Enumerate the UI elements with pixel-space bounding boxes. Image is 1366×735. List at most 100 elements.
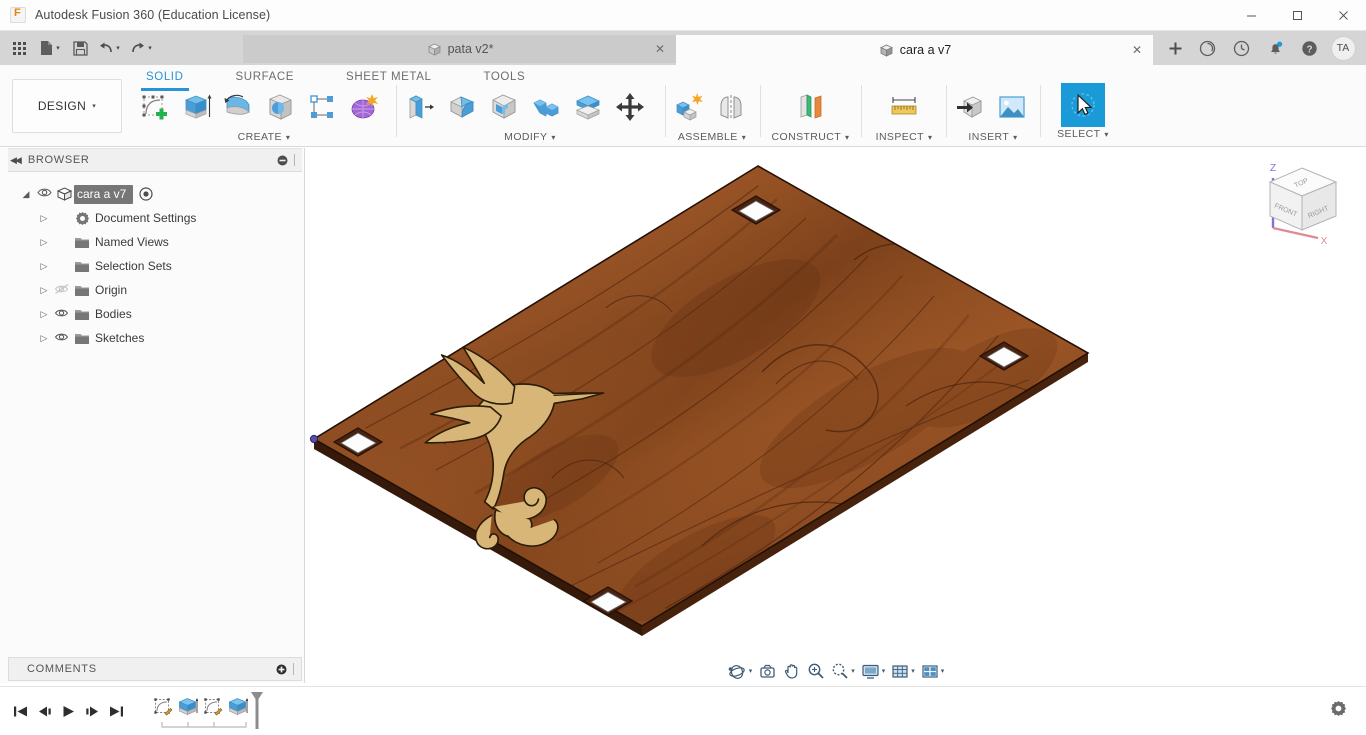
ribbon-group-label[interactable]: INSPECT ▾ (864, 131, 944, 143)
expand-collapse-icon[interactable]: ▷ (36, 309, 52, 320)
canvas-image-icon[interactable] (991, 87, 1033, 127)
undo-caret: ▾ (116, 44, 120, 52)
tab-close-icon[interactable]: ✕ (1112, 43, 1142, 57)
model-viewport[interactable] (306, 148, 1366, 656)
zoom-window-icon[interactable]: ▾ (828, 659, 858, 683)
sphere-icon[interactable] (259, 87, 301, 127)
app-grid-icon[interactable] (5, 35, 33, 61)
recent-clock-icon[interactable] (1224, 35, 1258, 61)
chevron-down-icon: ▾ (551, 133, 556, 142)
ribbon-group-label[interactable]: CONSTRUCT ▾ (763, 131, 858, 143)
browser-item-selection-sets[interactable]: ▷ Selection Sets (0, 254, 304, 278)
avatar-initials: TA (1336, 42, 1350, 54)
comments-header[interactable]: COMMENTS (8, 657, 302, 681)
new-file-icon[interactable]: ▾ (33, 35, 67, 61)
create-form-icon[interactable] (343, 87, 385, 127)
ribbon-group-label[interactable]: SELECT ▾ (1043, 128, 1123, 140)
expand-collapse-icon[interactable]: ◢ (18, 189, 34, 200)
look-at-icon[interactable] (755, 659, 780, 683)
expand-collapse-icon[interactable]: ▷ (36, 333, 52, 344)
joint-icon[interactable] (710, 87, 752, 127)
browser-item-bodies[interactable]: ▷ Bodies (0, 302, 304, 326)
fillet-icon[interactable] (441, 87, 483, 127)
revolve-icon[interactable] (217, 87, 259, 127)
wood-board-body[interactable] (309, 165, 1090, 641)
go-to-end-icon[interactable] (104, 698, 128, 724)
close-button[interactable] (1320, 0, 1366, 31)
browser-item-origin[interactable]: ▷ Origin (0, 278, 304, 302)
ribbon-group-label[interactable]: MODIFY ▾ (399, 131, 661, 143)
expand-collapse-icon[interactable]: ▷ (36, 237, 52, 248)
collapse-left-icon[interactable]: ◀◀ (10, 155, 22, 166)
workspace-tabs: SOLID SURFACE SHEET METAL TOOLS (132, 67, 539, 91)
workspace-switcher-design[interactable]: DESIGN ▾ (12, 79, 122, 133)
expand-collapse-icon[interactable]: ▷ (36, 213, 52, 224)
eye-visible-icon[interactable] (52, 331, 72, 346)
measure-icon[interactable] (883, 87, 925, 127)
ribbon-group-insert: INSERT ▾ (949, 87, 1037, 145)
undo-icon[interactable]: ▾ (93, 35, 125, 61)
orbit-icon[interactable]: ▾ (725, 659, 756, 683)
expand-collapse-icon[interactable]: ▷ (36, 285, 52, 296)
pattern-icon[interactable] (301, 87, 343, 127)
select-cursor-icon[interactable] (1061, 83, 1105, 127)
add-comment-icon[interactable] (276, 664, 287, 675)
insert-derive-icon[interactable] (949, 87, 991, 127)
expand-collapse-icon[interactable]: ▷ (36, 261, 52, 272)
combine-icon[interactable] (525, 87, 567, 127)
grid-snap-icon[interactable]: ▾ (888, 659, 918, 683)
minimize-panel-icon[interactable] (277, 155, 288, 166)
browser-item-named-views[interactable]: ▷ Named Views (0, 230, 304, 254)
tab-label: SHEET METAL (346, 71, 432, 83)
ribbon-toolbar: DESIGN ▾ SOLID SURFACE SHEET METAL TOOLS (0, 65, 1366, 147)
job-status-icon[interactable] (1190, 35, 1224, 61)
create-sketch-icon[interactable] (133, 87, 175, 127)
zoom-icon[interactable] (804, 659, 828, 683)
pan-hand-icon[interactable] (780, 659, 804, 683)
avatar[interactable]: TA (1326, 35, 1360, 61)
help-icon[interactable]: ? (1292, 35, 1326, 61)
view-cube[interactable]: Z X TOP FRONT RIGHT (1256, 156, 1348, 248)
step-back-icon[interactable] (32, 698, 56, 724)
save-icon[interactable] (67, 35, 93, 61)
browser-item-sketches[interactable]: ▷ Sketches (0, 326, 304, 350)
tab-sheet-metal[interactable]: SHEET METAL (332, 67, 445, 88)
radio-active-icon[interactable] (139, 187, 153, 201)
press-pull-icon[interactable] (399, 87, 441, 127)
move-copy-icon[interactable] (609, 87, 651, 127)
add-tab-button[interactable] (1160, 35, 1190, 61)
chevron-down-icon: ▾ (845, 133, 850, 142)
settings-gear-icon[interactable] (1326, 696, 1350, 720)
shell-icon[interactable] (483, 87, 525, 127)
eye-visible-icon[interactable] (34, 187, 54, 201)
document-tab-cara-a-v7[interactable]: cara a v7 ✕ (676, 35, 1153, 65)
eye-visible-icon[interactable] (52, 307, 72, 322)
step-forward-icon[interactable] (80, 698, 104, 724)
new-component-icon[interactable] (668, 87, 710, 127)
viewports-icon[interactable]: ▾ (918, 659, 948, 683)
document-tab-pata-v2[interactable]: pata v2* ✕ (243, 35, 676, 63)
ribbon-group-label[interactable]: INSERT ▾ (949, 131, 1037, 143)
redo-icon[interactable]: ▾ (125, 35, 157, 61)
ribbon-group-label[interactable]: CREATE ▾ (133, 131, 395, 143)
split-face-icon[interactable] (567, 87, 609, 127)
design-canvas[interactable]: Z X TOP FRONT RIGHT (306, 148, 1366, 656)
notification-bell-icon[interactable] (1258, 35, 1292, 61)
tab-tools[interactable]: TOOLS (469, 67, 539, 88)
browser-root-node[interactable]: ◢ cara a v7 (0, 182, 304, 206)
play-icon[interactable] (56, 698, 80, 724)
tab-close-icon[interactable]: ✕ (635, 42, 665, 56)
panel-resize-handle[interactable] (293, 663, 295, 675)
ribbon-group-label[interactable]: ASSEMBLE ▾ (668, 131, 756, 143)
maximize-button[interactable] (1274, 0, 1320, 31)
minimize-button[interactable] (1228, 0, 1274, 31)
eye-hidden-icon[interactable] (52, 283, 72, 298)
browser-item-document-settings[interactable]: ▷ Document Settings (0, 206, 304, 230)
display-settings-icon[interactable]: ▾ (858, 659, 889, 683)
panel-resize-handle[interactable] (294, 154, 296, 166)
tab-solid[interactable]: SOLID (132, 67, 198, 91)
extrude-icon[interactable] (175, 87, 217, 127)
go-to-beginning-icon[interactable] (8, 698, 32, 724)
tab-surface[interactable]: SURFACE (222, 67, 309, 88)
offset-plane-icon[interactable] (790, 87, 832, 127)
